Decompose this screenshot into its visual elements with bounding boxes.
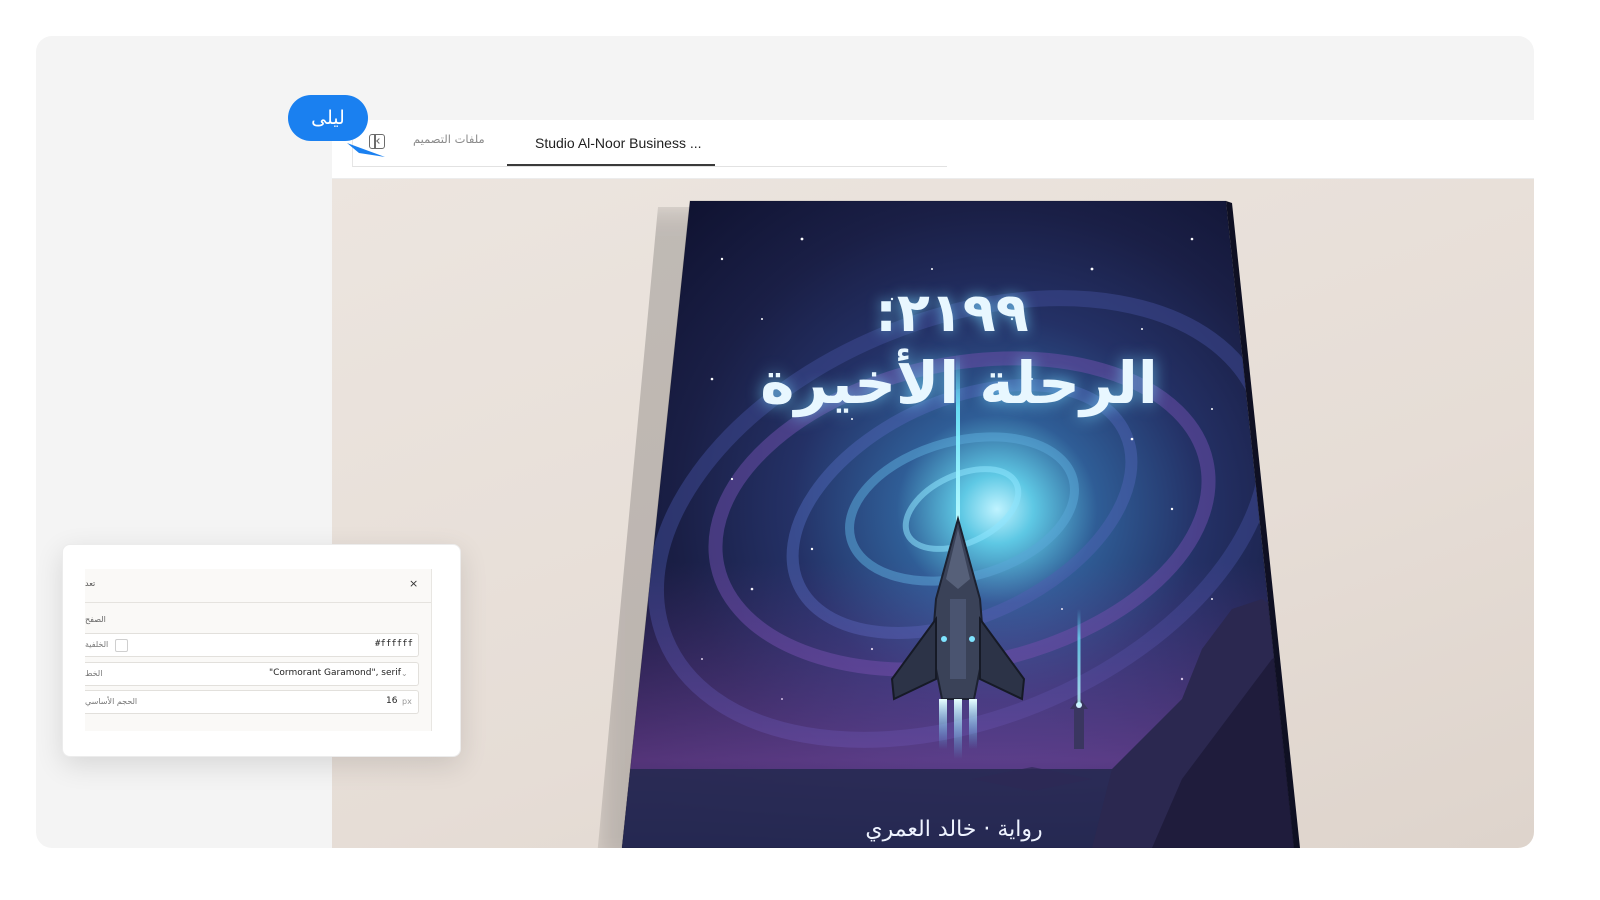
chevron-down-icon: ⌄ — [401, 669, 408, 678]
properties-card: تعد × الصفح الخلفية #ffffff الخط "Cormor… — [62, 544, 461, 757]
tab-studio-al-noor-business-label: Studio Al-Noor Business ... — [535, 135, 702, 151]
cover-author: رواية · خالد العمري — [865, 817, 1043, 842]
base-size-unit: px — [402, 697, 412, 706]
font-label: الخط — [85, 669, 103, 678]
cover-title-number: ٢١٩٩: — [875, 281, 1029, 344]
base-size-label: الحجم الأساسي — [85, 697, 138, 706]
background-value: #ffffff — [375, 639, 413, 649]
background-color-field[interactable]: الخلفية #ffffff — [85, 633, 419, 657]
base-size-field[interactable]: الحجم الأساسي 16 px — [85, 690, 419, 714]
tab-design-files[interactable]: ملفات التصميم — [413, 132, 485, 146]
tab-studio-al-noor-business[interactable]: Studio Al-Noor Business ... — [507, 120, 715, 166]
page-properties-panel: تعد × الصفح الخلفية #ffffff الخط "Cormor… — [85, 569, 432, 731]
color-swatch-icon[interactable] — [115, 639, 128, 652]
tab-bar: ملفات التصميم Studio Al-Noor Business ..… — [332, 120, 1534, 179]
preview-canvas: ٢١٩٩: الرحلة الأخيرة رواية · خالد العمري — [332, 179, 1534, 848]
font-value: "Cormorant Garamond", serif — [269, 668, 401, 678]
cover-title-main: الرحلة الأخيرة — [760, 349, 1158, 417]
section-label-page: الصفح — [85, 615, 106, 624]
tabs-area: ملفات التصميم Studio Al-Noor Business ..… — [352, 120, 947, 167]
panel-header: تعد × — [85, 569, 431, 603]
book-cover-illustration — [621, 200, 1300, 848]
design-app-window: ملفات التصميم Studio Al-Noor Business ..… — [332, 120, 1534, 848]
panel-title: تعد — [85, 579, 96, 588]
close-icon[interactable]: × — [409, 577, 418, 590]
base-size-value: 16 — [386, 696, 398, 706]
font-family-select[interactable]: الخط "Cormorant Garamond", serif ⌄ — [85, 662, 419, 686]
collaborator-cursor-icon — [347, 143, 385, 157]
background-label: الخلفية — [85, 640, 109, 649]
